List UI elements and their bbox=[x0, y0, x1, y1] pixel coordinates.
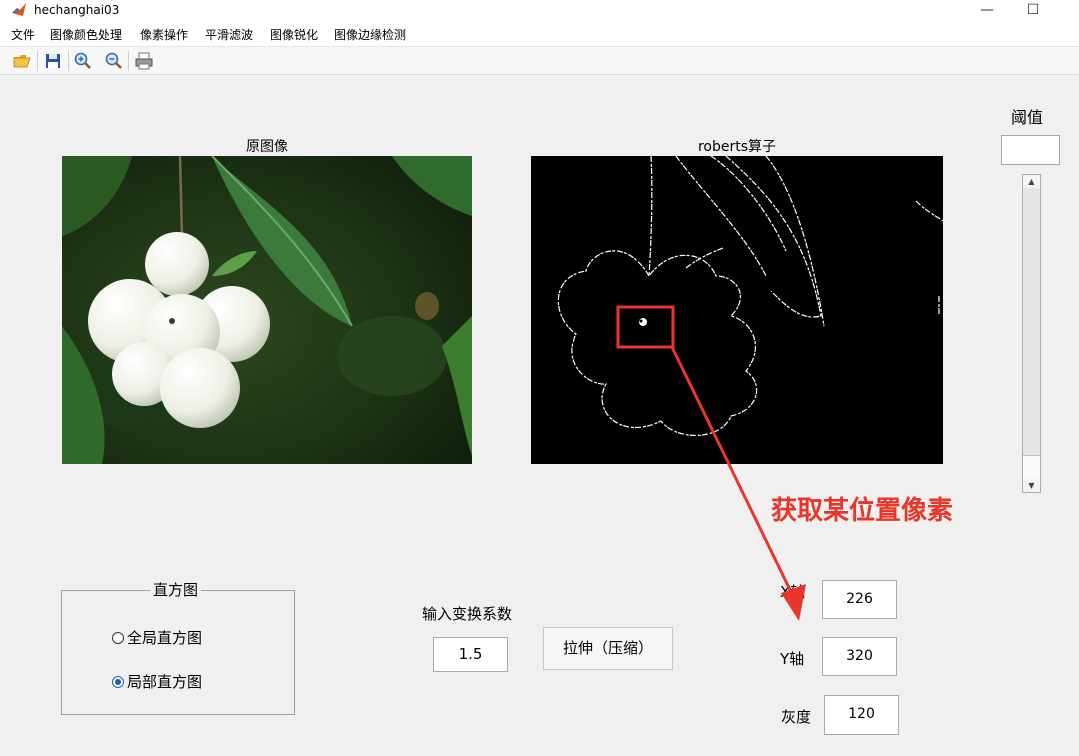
annotation-arrow-head-icon bbox=[781, 584, 806, 621]
annotation-overlay bbox=[616, 305, 806, 621]
annotation-arrow-line bbox=[670, 346, 796, 599]
highlight-box bbox=[616, 305, 675, 349]
